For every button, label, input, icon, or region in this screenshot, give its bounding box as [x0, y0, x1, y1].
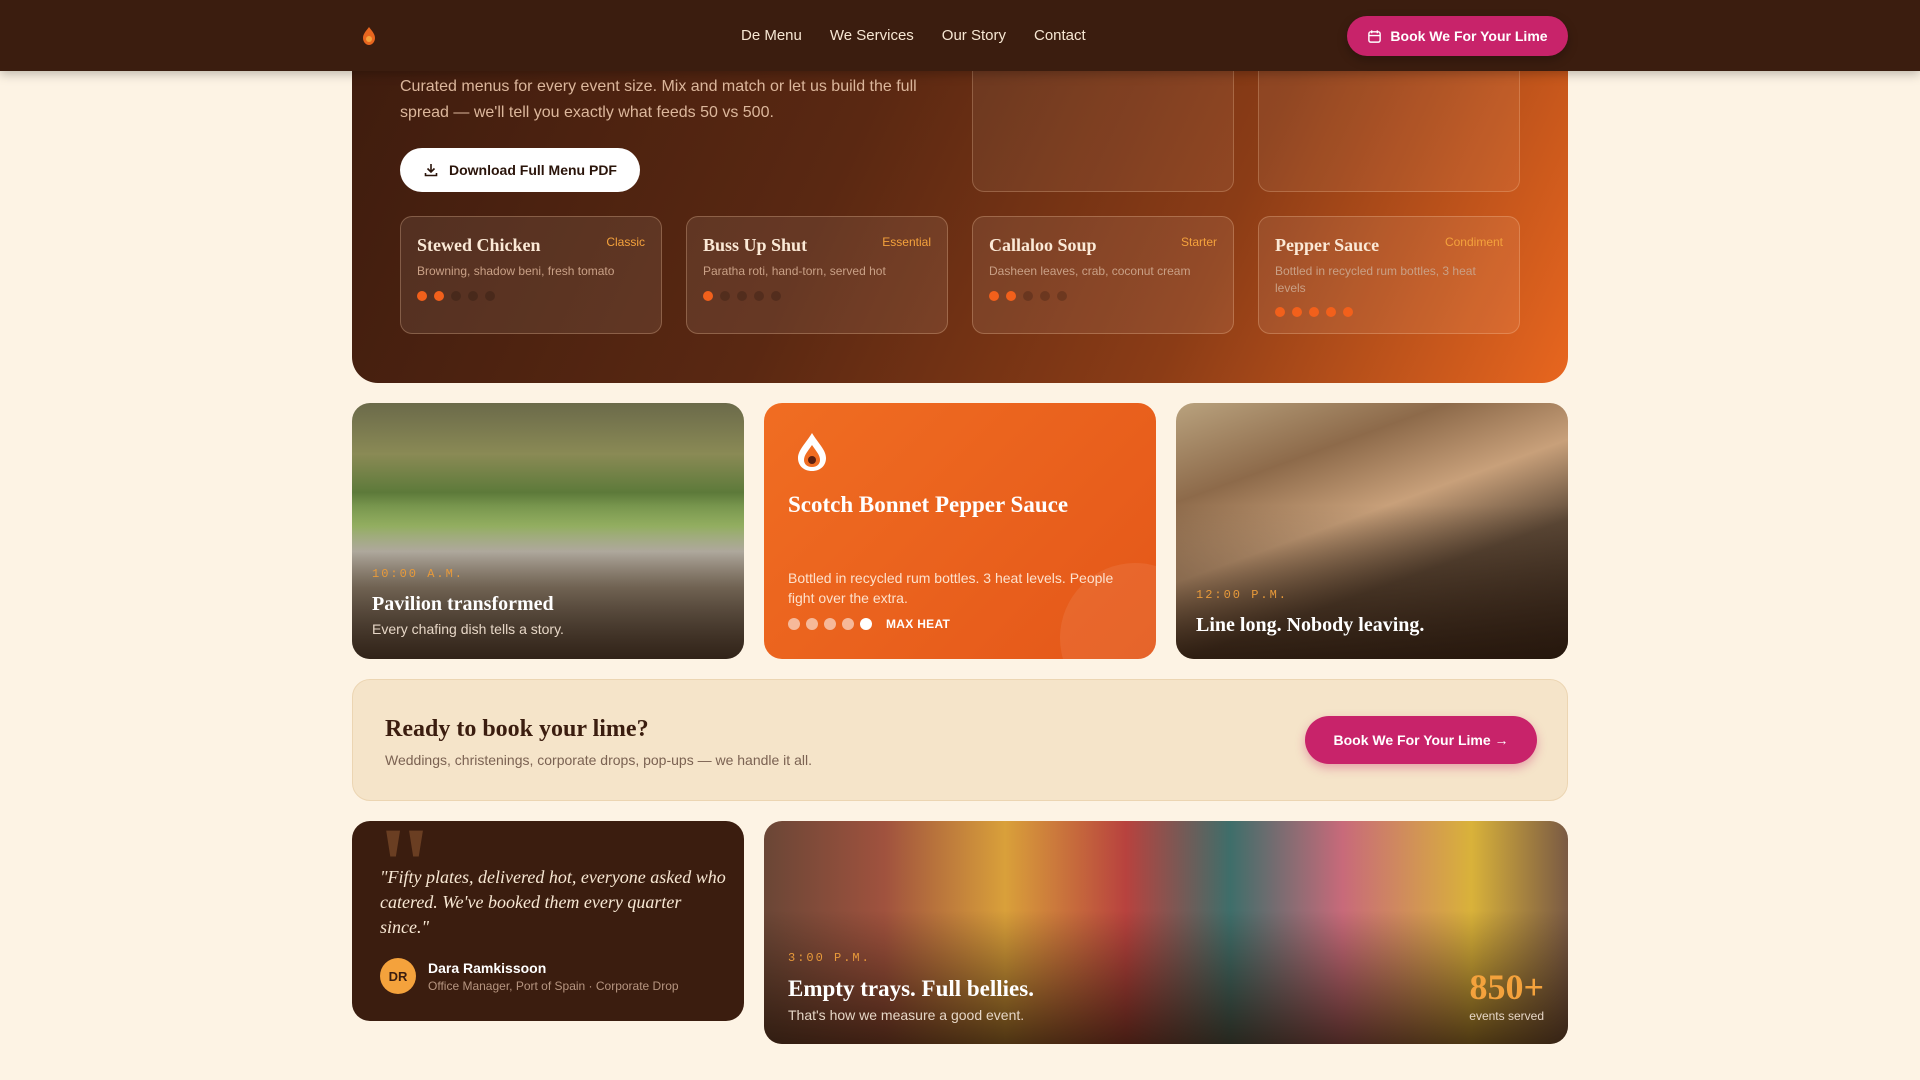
photo-title: Empty trays. Full bellies.: [788, 976, 1034, 1001]
testimonial-quote: "Fifty plates, delivered hot, everyone a…: [380, 867, 726, 937]
banner-book-button[interactable]: Book We For Your Lime →: [1305, 716, 1537, 764]
heat-dot: [788, 618, 800, 630]
photo-title: Pavilion transformed: [372, 593, 554, 615]
menu-image-placeholder: [1258, 68, 1520, 192]
heat-rating: [703, 291, 781, 301]
testimonial-card: " "Fifty plates, delivered hot, everyone…: [352, 821, 744, 1021]
testimonial-author: Dara Ramkissoon: [428, 960, 547, 976]
heat-dot: [720, 291, 730, 301]
pepper-title: Scotch Bonnet Pepper Sauce: [788, 492, 1069, 517]
top-nav: De Menu We Services Our Story Contact Bo…: [0, 0, 1920, 71]
menu-item-name: Buss Up Shut: [703, 235, 808, 255]
heat-dot: [771, 291, 781, 301]
heat-dot: [824, 618, 836, 630]
event-time: 3:00 P.M.: [788, 951, 871, 965]
events-served-stat: 850+ events served: [1469, 969, 1544, 1023]
menu-card[interactable]: Stewed Chicken Classic Browning, shadow …: [400, 216, 662, 334]
heat-dot: [1292, 307, 1302, 317]
download-icon: [424, 164, 438, 177]
menu-item-desc: Bottled in recycled rum bottles, 3 heat …: [1275, 264, 1476, 295]
heat-dot: [1343, 307, 1353, 317]
heat-rating: [1275, 307, 1353, 317]
nav-link-services[interactable]: We Services: [830, 27, 914, 44]
max-heat-rating: MAX HEAT: [788, 617, 950, 631]
download-menu-button[interactable]: Download Full Menu PDF: [400, 148, 640, 192]
party-photo-card[interactable]: 3:00 P.M. Empty trays. Full bellies. Tha…: [764, 821, 1568, 1044]
calendar-icon: [1368, 29, 1382, 43]
menu-item-desc: Paratha roti, hand-torn, served hot: [703, 264, 886, 278]
download-menu-label: Download Full Menu PDF: [449, 162, 617, 178]
menu-card[interactable]: Pepper Sauce Condiment Bottled in recycl…: [1258, 216, 1520, 334]
avatar: DR: [380, 958, 416, 994]
heat-dot: [1309, 307, 1319, 317]
buffet-line-photo-card[interactable]: 12:00 P.M. Line long. Nobody leaving.: [1176, 403, 1568, 659]
menu-image-placeholder: [972, 68, 1234, 192]
heat-dot: [417, 291, 427, 301]
event-time: 10:00 A.M.: [372, 567, 465, 581]
nav-link-contact[interactable]: Contact: [1034, 27, 1086, 44]
heat-dot: [737, 291, 747, 301]
booking-banner: Ready to book your lime? Weddings, chris…: [352, 679, 1568, 801]
menu-item-tag: Condiment: [1444, 235, 1503, 249]
heat-dot: [703, 291, 713, 301]
pavilion-photo-card[interactable]: 10:00 A.M. Pavilion transformed Every ch…: [352, 403, 744, 659]
max-heat-label: MAX HEAT: [886, 617, 951, 631]
testimonial-role: Office Manager, Port of Spain · Corporat…: [428, 979, 679, 993]
heat-dot: [1326, 307, 1336, 317]
heat-dot: [1275, 307, 1285, 317]
heat-dot: [485, 291, 495, 301]
pepper-logo-icon[interactable]: [358, 25, 380, 47]
menu-item-name: Callaloo Soup: [989, 235, 1097, 255]
heat-dot: [1023, 291, 1033, 301]
nav-link-menu[interactable]: De Menu: [741, 27, 802, 44]
photo-title: Line long. Nobody leaving.: [1196, 614, 1425, 636]
pepper-description: Bottled in recycled rum bottles. 3 heat …: [788, 570, 1114, 606]
menu-item-name: Stewed Chicken: [417, 235, 541, 255]
heat-rating: [417, 291, 495, 301]
menu-hero-panel: Curated menus for every event size. Mix …: [352, 30, 1568, 383]
heat-dot: [1057, 291, 1067, 301]
menu-card[interactable]: Buss Up Shut Essential Paratha roti, han…: [686, 216, 948, 334]
menu-item-name: Pepper Sauce: [1275, 235, 1380, 255]
nav-link-story[interactable]: Our Story: [942, 27, 1006, 44]
heat-rating: [989, 291, 1067, 301]
heat-dot: [842, 618, 854, 630]
stat-label: events served: [1469, 1009, 1544, 1023]
heat-dot: [434, 291, 444, 301]
nav-links: De Menu We Services Our Story Contact: [741, 27, 1114, 44]
menu-description: Curated menus for every event size. Mix …: [400, 78, 917, 121]
heat-dot: [806, 618, 818, 630]
menu-item-desc: Dasheen leaves, crab, coconut cream: [989, 264, 1191, 278]
heat-dot: [1040, 291, 1050, 301]
heat-dot: [468, 291, 478, 301]
flame-drop-icon: [798, 433, 826, 471]
pepper-sauce-feature-card[interactable]: Scotch Bonnet Pepper Sauce Bottled in re…: [764, 403, 1156, 659]
stat-value: 850+: [1469, 967, 1544, 1007]
nav-book-label: Book We For Your Lime: [1390, 28, 1548, 44]
menu-item-tag: Essential: [882, 235, 931, 249]
event-time: 12:00 P.M.: [1196, 588, 1289, 602]
heat-dot: [860, 618, 872, 630]
heat-dot: [754, 291, 764, 301]
heat-dot: [989, 291, 999, 301]
photo-caption: Every chafing dish tells a story.: [372, 621, 564, 637]
menu-item-desc: Browning, shadow beni, fresh tomato: [417, 264, 615, 278]
heat-dot: [1006, 291, 1016, 301]
menu-item-tag: Classic: [606, 235, 645, 249]
photo-caption: That's how we measure a good event.: [788, 1007, 1025, 1023]
menu-item-tag: Starter: [1180, 235, 1217, 249]
banner-heading: Ready to book your lime?: [385, 716, 649, 742]
menu-card[interactable]: Callaloo Soup Starter Dasheen leaves, cr…: [972, 216, 1234, 334]
banner-subtext: Weddings, christenings, corporate drops,…: [385, 752, 812, 768]
nav-book-button[interactable]: Book We For Your Lime: [1347, 16, 1568, 56]
heat-dot: [451, 291, 461, 301]
